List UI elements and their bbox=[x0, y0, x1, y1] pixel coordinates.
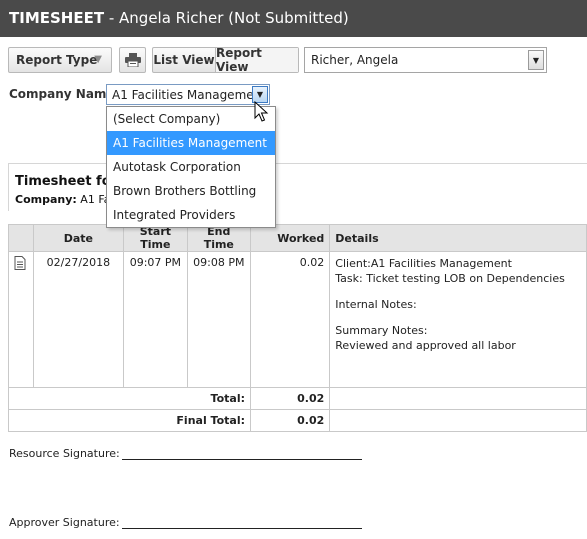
title-bar: TIMESHEET - Angela Richer (Not Submitted… bbox=[0, 0, 587, 37]
row-icon-cell bbox=[8, 251, 34, 388]
final-total-row: Final Total: 0.02 bbox=[8, 409, 587, 432]
timesheet-header-card: Timesheet for Company: A1 Fac bbox=[8, 163, 587, 211]
toolbar: Report Type ▼ List View Report View Rich… bbox=[0, 46, 587, 74]
row-date: 02/27/2018 bbox=[32, 251, 125, 388]
column-header-date: Date bbox=[32, 224, 125, 252]
print-button[interactable] bbox=[119, 47, 146, 73]
details-summary-notes: Reviewed and approved all labor bbox=[335, 339, 516, 352]
table-row: 02/27/2018 09:07 PM 09:08 PM 0.02 Client… bbox=[8, 251, 587, 388]
mouse-cursor-icon bbox=[254, 101, 269, 122]
signature-line bbox=[121, 516, 362, 529]
list-view-button[interactable]: List View bbox=[153, 48, 216, 72]
printer-icon bbox=[124, 53, 141, 67]
company-option[interactable]: (Select Company) bbox=[107, 107, 275, 131]
row-end-time: 09:08 PM bbox=[186, 251, 252, 388]
company-option[interactable]: Autotask Corporation bbox=[107, 155, 275, 179]
details-internal-notes: Internal Notes: bbox=[335, 298, 417, 311]
approver-signature: Approver Signature: bbox=[9, 516, 362, 529]
report-type-button[interactable]: Report Type ▼ bbox=[8, 47, 112, 73]
row-start-time: 09:07 PM bbox=[123, 251, 188, 388]
company-select[interactable]: A1 Facilities Management ▼ bbox=[106, 84, 270, 105]
company-option-selected[interactable]: A1 Facilities Management bbox=[107, 131, 275, 155]
chevron-down-icon: ▼ bbox=[94, 54, 102, 65]
final-total-value: 0.02 bbox=[249, 409, 331, 432]
chevron-down-icon[interactable]: ▼ bbox=[528, 50, 544, 70]
row-details: Client:A1 Facilities Management Task: Ti… bbox=[329, 251, 587, 388]
column-header-worked: Worked bbox=[249, 224, 331, 252]
total-label: Total: bbox=[8, 387, 251, 410]
final-total-label: Final Total: bbox=[8, 409, 251, 432]
timesheet-table: Date Start Time End Time Worked Details … bbox=[8, 224, 587, 432]
signature-line bbox=[121, 447, 362, 460]
view-toggle: List View Report View bbox=[152, 46, 299, 74]
resource-signature: Resource Signature: bbox=[9, 447, 362, 460]
report-type-label: Report Type bbox=[16, 53, 98, 67]
row-worked: 0.02 bbox=[249, 251, 331, 388]
note-icon[interactable] bbox=[14, 256, 26, 270]
total-row: Total: 0.02 bbox=[8, 387, 587, 410]
details-task: Task: Ticket testing LOB on Dependencies bbox=[335, 272, 565, 285]
company-option[interactable]: Brown Brothers Bottling bbox=[107, 179, 275, 203]
company-option[interactable]: Integrated Providers bbox=[107, 203, 275, 227]
resource-select-value: Richer, Angela bbox=[311, 53, 399, 67]
column-header bbox=[8, 224, 34, 252]
resource-select[interactable]: Richer, Angela ▼ bbox=[304, 47, 547, 73]
column-header-start-time: Start Time bbox=[123, 224, 188, 252]
page-title: TIMESHEET bbox=[9, 9, 105, 27]
column-header-details: Details bbox=[329, 224, 587, 252]
column-header-end-time: End Time bbox=[186, 224, 252, 252]
details-client: Client:A1 Facilities Management bbox=[335, 257, 512, 270]
table-header-row: Date Start Time End Time Worked Details bbox=[8, 224, 587, 252]
company-dropdown-list: (Select Company) A1 Facilities Managemen… bbox=[106, 106, 276, 228]
details-summary-notes-label: Summary Notes: bbox=[335, 324, 428, 337]
page-subtitle: - Angela Richer (Not Submitted) bbox=[104, 9, 349, 27]
total-value: 0.02 bbox=[249, 387, 331, 410]
report-view-button[interactable]: Report View bbox=[216, 46, 298, 74]
card-company: Company: A1 Fac bbox=[15, 193, 117, 206]
company-select-value: A1 Facilities Management bbox=[112, 87, 266, 102]
timesheet-heading: Timesheet for bbox=[15, 174, 118, 189]
